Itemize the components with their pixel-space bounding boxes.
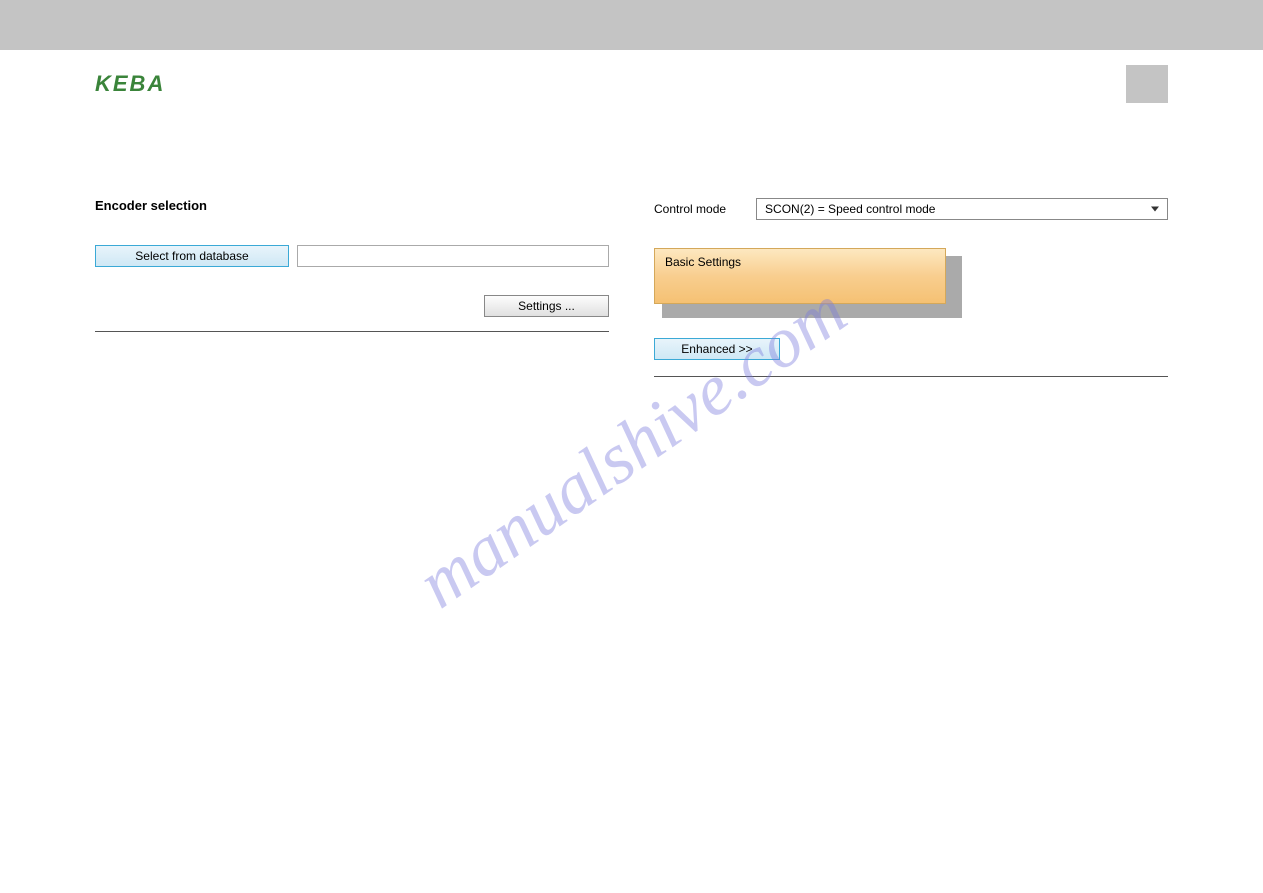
header: KEBA [0,50,1263,118]
settings-row: Settings ... [95,295,609,317]
enhanced-button[interactable]: Enhanced >> [654,338,780,360]
database-input[interactable] [297,245,609,267]
control-mode-select[interactable]: SCON(2) = Speed control mode [756,198,1168,220]
encoder-selection-title: Encoder selection [95,198,609,213]
basic-settings-label: Basic Settings [665,255,741,269]
settings-button[interactable]: Settings ... [484,295,609,317]
control-mode-value: SCON(2) = Speed control mode [765,202,935,216]
control-mode-panel: Control mode SCON(2) = Speed control mod… [654,198,1168,377]
left-divider [95,331,609,332]
encoder-selection-panel: Encoder selection Select from database S… [95,198,609,377]
logo: KEBA [95,71,165,97]
content: Encoder selection Select from database S… [0,118,1263,377]
header-right-box[interactable] [1126,65,1168,103]
control-mode-label: Control mode [654,202,726,216]
database-row: Select from database [95,245,609,267]
basic-settings-block: Basic Settings [654,248,954,310]
basic-settings-box[interactable]: Basic Settings [654,248,946,304]
control-mode-row: Control mode SCON(2) = Speed control mod… [654,198,1168,220]
right-divider [654,376,1168,377]
top-bar [0,0,1263,50]
select-from-database-button[interactable]: Select from database [95,245,289,267]
